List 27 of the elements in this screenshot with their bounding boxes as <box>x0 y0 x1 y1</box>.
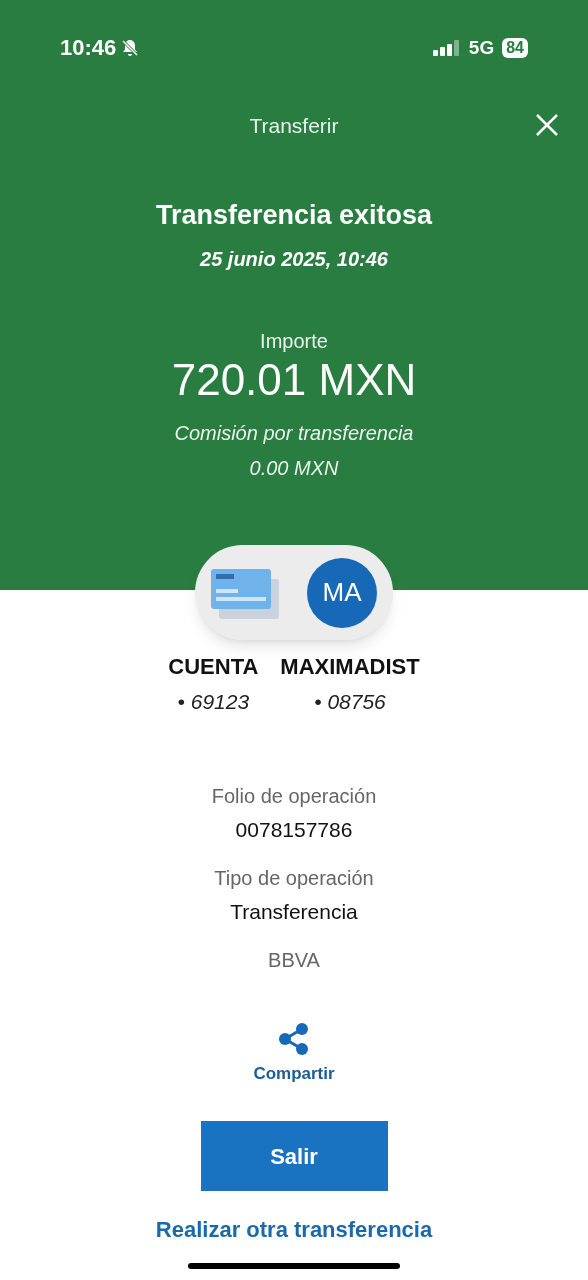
network-type: 5G <box>468 38 495 57</box>
battery-level: 84 <box>502 37 528 58</box>
account-name: MAXIMADIST <box>280 653 420 681</box>
share-button[interactable]: Compartir <box>253 1023 335 1085</box>
fee-label: Comisión por transferencia <box>174 421 414 446</box>
detail-label: BBVA <box>268 948 320 973</box>
success-heading: Transferencia exitosa <box>155 199 433 232</box>
avatar: MA <box>307 557 377 628</box>
detail-label: Folio de operación <box>211 784 377 809</box>
another-transfer-link[interactable]: Realizar otra transferencia <box>155 1216 433 1244</box>
signal-icon <box>432 39 461 56</box>
fee-value: 0.00 MXN <box>249 456 339 481</box>
detail-label: Tipo de operación <box>214 866 374 891</box>
share-icon <box>279 1023 309 1055</box>
exit-button[interactable]: Salir <box>200 1121 388 1191</box>
account-number: • 69123 <box>177 689 250 715</box>
account-name: CUENTA <box>168 653 259 681</box>
amount-value: 720.01 MXN <box>171 354 417 406</box>
bell-slash-icon <box>120 37 141 58</box>
detail-value: 0078157786 <box>235 817 353 843</box>
transfer-date: 25 junio 2025, 10:46 <box>200 247 388 272</box>
detail-value: Transferencia <box>230 899 358 925</box>
account-number: • 08756 <box>314 689 386 715</box>
amount-label: Importe <box>260 329 328 354</box>
close-button[interactable] <box>534 112 560 138</box>
screen-title: Transferir <box>249 113 339 139</box>
status-time: 10:46 <box>60 36 117 59</box>
